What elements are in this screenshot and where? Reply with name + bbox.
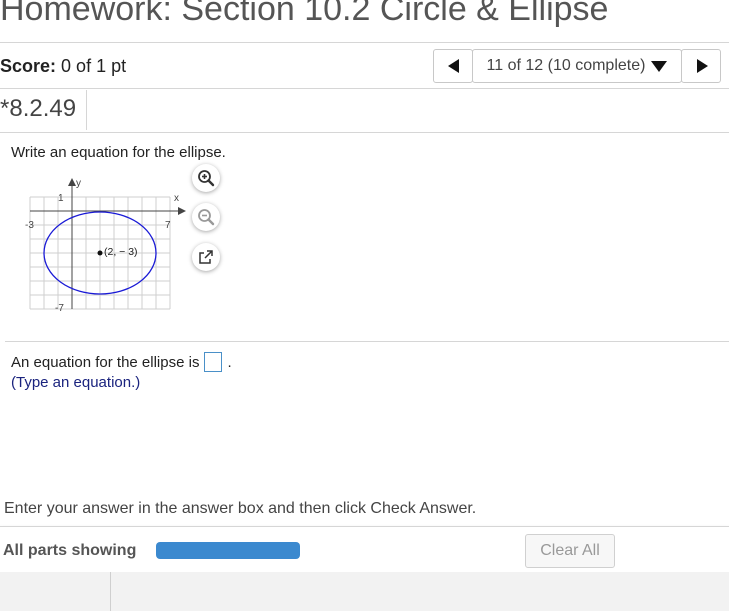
score-label: Score: (0, 56, 57, 76)
answer-input[interactable] (204, 352, 223, 372)
divider (0, 42, 729, 43)
ellipse-graph[interactable]: y x 1 -3 7 -7 (2, − 3) (20, 172, 190, 317)
answer-suffix: . (227, 353, 232, 371)
popout-button[interactable] (192, 243, 220, 271)
arrow-left-icon (448, 59, 459, 73)
divider (0, 132, 729, 133)
dropdown-icon (651, 60, 668, 72)
x-axis-arrow (178, 207, 186, 215)
divider (86, 90, 87, 130)
question-position: 11 of 12 (10 complete) (486, 57, 646, 74)
arrow-right-icon (697, 59, 708, 73)
y-axis-arrow (68, 178, 76, 186)
parts-status: All parts showing (3, 542, 137, 559)
zoom-in-button[interactable] (192, 164, 220, 192)
y-tick-label-bottom: -7 (55, 303, 64, 314)
answer-prefix: An equation for the ellipse is (11, 353, 200, 371)
clear-all-button[interactable]: Clear All (525, 534, 615, 568)
x-tick-label-left: -3 (25, 220, 34, 231)
footer-bar: All parts showing Clear All (0, 526, 729, 572)
parts-progress-bar (156, 542, 300, 559)
question-prompt: Write an equation for the ellipse. (11, 144, 226, 161)
x-axis-label: x (174, 193, 179, 204)
answer-line: An equation for the ellipse is. (11, 352, 232, 372)
score: Score: 0 of 1 pt (0, 56, 126, 77)
zoom-in-icon (198, 170, 215, 187)
answer-hint: (Type an equation.) (11, 374, 141, 391)
center-point-label: (2, − 3) (104, 246, 138, 258)
y-tick-label-top: 1 (58, 193, 64, 204)
previous-question-button[interactable] (433, 49, 473, 83)
instructions: Enter your answer in the answer box and … (4, 500, 477, 517)
divider (0, 88, 729, 89)
divider (5, 341, 729, 342)
popout-icon (199, 250, 213, 264)
score-value: 0 of 1 pt (61, 56, 127, 76)
question-number: *8.2.49 (0, 95, 77, 122)
y-axis-label: y (76, 178, 81, 189)
ellipse-center-point (97, 250, 103, 256)
divider (110, 572, 111, 611)
page-title: Homework: Section 10.2 Circle & Ellipse (0, 0, 609, 28)
next-question-button[interactable] (681, 49, 721, 83)
zoom-out-button[interactable] (192, 203, 220, 231)
x-tick-label-right: 7 (165, 220, 171, 231)
question-selector[interactable]: 11 of 12 (10 complete) (472, 49, 682, 83)
zoom-out-icon (198, 209, 215, 226)
